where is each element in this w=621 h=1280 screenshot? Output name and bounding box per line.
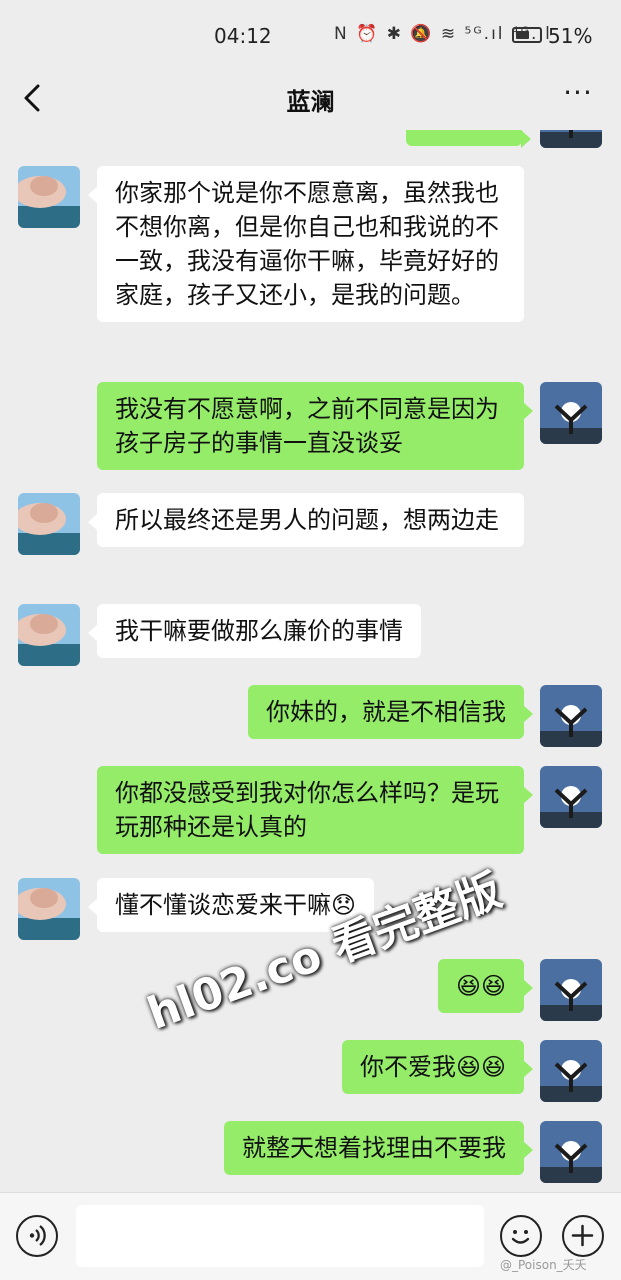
message-text: 你妹的，就是不相信我 — [266, 698, 506, 726]
my-avatar[interactable] — [540, 1121, 602, 1183]
contact-avatar[interactable] — [18, 166, 80, 228]
message-bubble: 就整天想着找理由不要我 — [224, 1121, 533, 1175]
credit-watermark: @_Poison_夭夭 — [500, 1258, 587, 1272]
status-bar: 04:12 N ⏰ ✱ 🔕 ≋ ⁵ᴳ.ıl ⁴ᴳ.ıl 51% — [0, 0, 621, 70]
my-avatar[interactable] — [540, 959, 602, 1021]
message-text: 所以最终还是男人的问题，想两边走 — [115, 506, 499, 534]
contact-avatar[interactable] — [18, 493, 80, 555]
message-bubble: 你家那个说是你不愿意离，虽然我也不想你离，但是你自己也和我说的不一致，我没有逼你… — [88, 166, 524, 322]
my-avatar[interactable] — [540, 1040, 602, 1102]
message-text: 你家那个说是你不愿意离，虽然我也不想你离，但是你自己也和我说的不一致，我没有逼你… — [115, 179, 499, 309]
emoji-icon[interactable] — [500, 1215, 542, 1257]
message-bubble: 你都没感受到我对你怎么样吗？是玩玩那种还是认真的 — [97, 766, 533, 854]
my-avatar[interactable] — [540, 130, 602, 148]
chat-title: 蓝澜 — [286, 88, 335, 116]
message-bubble: 所以最终还是男人的问题，想两边走 — [88, 493, 524, 547]
message-text: 我干嘛要做那么廉价的事情 — [115, 617, 403, 645]
battery-icon — [512, 27, 542, 43]
status-time: 04:12 — [214, 24, 272, 48]
message-text: 就整天想着找理由不要我 — [242, 1134, 506, 1162]
voice-icon[interactable] — [16, 1215, 58, 1257]
my-avatar[interactable] — [540, 685, 602, 747]
plus-icon[interactable] — [562, 1215, 604, 1257]
my-avatar[interactable] — [540, 382, 602, 444]
message-text: 你都没感受到我对你怎么样吗？是玩玩那种还是认真的 — [115, 779, 499, 841]
chat-header: 蓝澜 ··· — [0, 70, 621, 130]
message-bubble-partial — [406, 130, 531, 148]
message-text: 我没有不愿意啊，之前不同意是因为孩子房子的事情一直没谈妥 — [115, 395, 499, 457]
message-bubble: 你妹的，就是不相信我 — [248, 685, 533, 739]
contact-avatar[interactable] — [18, 604, 80, 666]
my-avatar[interactable] — [540, 766, 602, 828]
contact-avatar[interactable] — [18, 878, 80, 940]
message-input[interactable] — [76, 1205, 484, 1267]
message-text: 你不爱我😆😆 — [359, 1053, 506, 1081]
message-bubble: 我没有不愿意啊，之前不同意是因为孩子房子的事情一直没谈妥 — [97, 382, 533, 470]
message-bubble: 我干嘛要做那么廉价的事情 — [88, 604, 421, 658]
message-bubble: 你不爱我😆😆 — [341, 1040, 534, 1094]
more-options-button[interactable]: ··· — [556, 79, 600, 114]
battery-percent: 51% — [548, 24, 593, 48]
